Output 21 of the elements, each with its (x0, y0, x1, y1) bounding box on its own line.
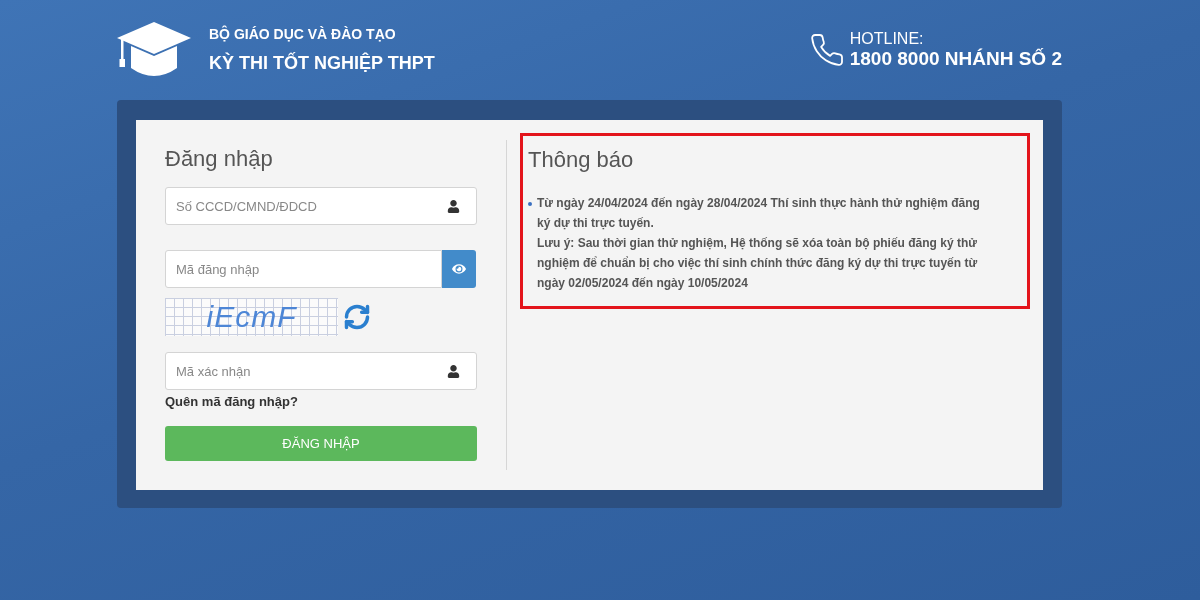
graduation-cap-icon (117, 21, 191, 78)
bullet-icon (528, 202, 532, 206)
ministry-name: BỘ GIÁO DỤC VÀ ĐÀO TẠO (209, 24, 397, 43)
notice-title: Thông báo (528, 147, 635, 173)
phone-icon (808, 32, 845, 68)
notice-text: Lưu ý: Sau thời gian thử nghiệm, Hệ thống sẽ xóa toàn bộ phiếu đăng ký thử nghiệm để chuẩn bị cho việc thí sinh chính thức đăng ký dự thi trực tuyến từ ngày 02/05/2024 đến ngày 10/05/2024 (537, 235, 979, 292)
forgot-code-link[interactable]: Quên mã đăng nhập? (165, 394, 298, 410)
refresh-icon[interactable] (343, 303, 371, 331)
user-icon (447, 365, 460, 378)
exam-title: KỲ THI TỐT NGHIỆP THPT (209, 51, 435, 75)
captcha-text: iEcmF (206, 301, 297, 333)
show-password-button[interactable] (442, 250, 476, 288)
id-number-field[interactable]: Số CCCD/CMND/ĐDCD (165, 187, 477, 225)
hotline-label: HOTLINE: (849, 30, 925, 48)
notice-text: Từ ngày 24/04/2024 đến ngày 28/04/2024 Thí sinh thực hành thử nghiệm đăng ký dự thi trực tuyến. (537, 195, 981, 232)
password-field[interactable]: Mã đăng nhập (165, 250, 443, 288)
captcha-field[interactable]: Mã xác nhận (165, 352, 477, 390)
login-title: Đăng nhập (165, 146, 274, 172)
hotline-number: 1800 8000 NHÁNH SỐ 2 (849, 48, 1062, 70)
user-icon (447, 200, 460, 213)
eye-icon (452, 262, 467, 276)
